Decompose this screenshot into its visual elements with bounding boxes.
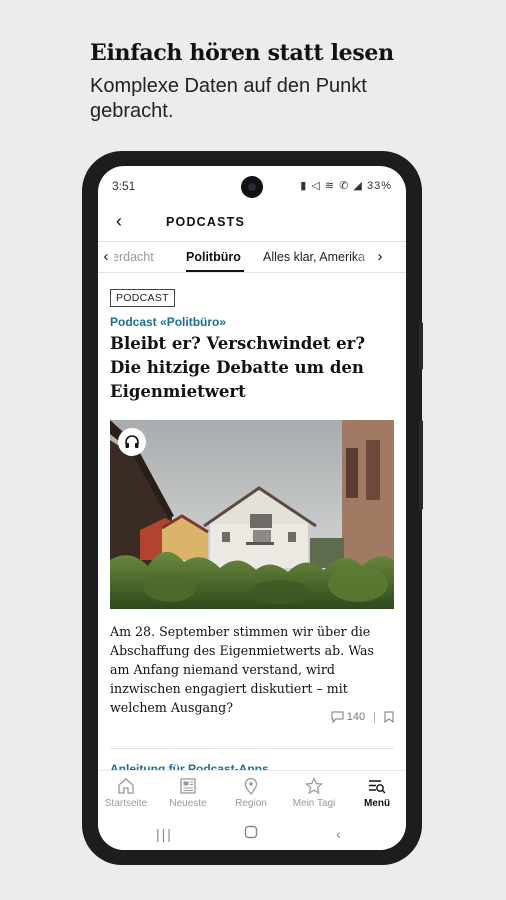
app-bar: ‹ PODCASTS	[98, 204, 406, 242]
article-headline[interactable]: Bleibt er? Verschwindet er? Die hitzige …	[110, 332, 394, 404]
tabs-scroll-left-icon[interactable]: ‹	[98, 248, 114, 266]
article-divider	[110, 748, 394, 749]
nav-item-region[interactable]: Region	[221, 777, 281, 809]
active-tab-indicator	[186, 270, 244, 272]
article-image[interactable]	[110, 420, 394, 609]
status-icons: ▮ ◁ ≋ ✆ ◢ 33%	[300, 179, 392, 192]
system-back-icon[interactable]: ‹	[336, 826, 341, 842]
tabs-scroll-right-icon[interactable]: ›	[372, 248, 388, 266]
system-navigation: ||| ‹	[98, 820, 406, 850]
status-time: 3:51	[112, 179, 136, 193]
front-camera	[241, 176, 263, 198]
nav-item-startseite[interactable]: Startseite	[98, 777, 156, 809]
phone-power-button	[419, 420, 423, 510]
nav-label: Menü	[363, 798, 391, 809]
nav-label: Mein Tagi	[292, 798, 336, 809]
tab-verdacht[interactable]: erdacht	[112, 250, 154, 264]
meta-divider: |	[373, 711, 376, 723]
page-title: PODCASTS	[166, 215, 246, 229]
menu-search-icon	[369, 780, 386, 794]
nav-label: Region	[235, 798, 267, 809]
promo-subtitle: Komplexe Daten auf den Punkt gebracht.	[90, 75, 367, 122]
status-bar: 3:51 ▮ ◁ ≋ ✆ ◢ 33%	[98, 166, 406, 206]
comment-icon[interactable]	[331, 711, 344, 723]
recent-apps-icon[interactable]: |||	[156, 826, 173, 842]
phone-volume-button	[419, 322, 423, 370]
nav-label: Startseite	[104, 798, 148, 809]
nav-label: Neueste	[169, 798, 207, 809]
article-lead: Am 28. September stimmen wir über die Ab…	[110, 624, 375, 715]
house-photo	[110, 420, 394, 609]
star-icon	[305, 777, 323, 795]
promo-title: Einfach hören statt lesen	[90, 40, 394, 66]
comment-count[interactable]: 140	[347, 711, 365, 723]
article-meta: 140 |	[331, 710, 394, 724]
podcast-tabs: ‹ erdacht Politbüro Alles klar, Amerika …	[98, 242, 406, 273]
bookmark-icon[interactable]	[384, 711, 394, 723]
home-button-icon[interactable]	[244, 825, 258, 842]
chevron-left-icon[interactable]: ‹	[108, 210, 130, 232]
home-icon	[118, 778, 134, 794]
bottom-navigation: Startseite Neueste Region Mein Tagi Menü	[98, 770, 406, 820]
nav-item-neueste[interactable]: Neueste	[158, 777, 218, 809]
tab-alles-klar-amerika[interactable]: Alles klar, Amerika	[263, 250, 365, 264]
content-type-badge: PODCAST	[110, 289, 175, 307]
newspaper-icon	[180, 778, 196, 794]
location-pin-icon	[244, 777, 258, 795]
headphones-icon[interactable]	[118, 428, 146, 456]
nav-item-menue[interactable]: Menü	[347, 777, 406, 809]
nav-item-mein-tagi[interactable]: Mein Tagi	[284, 777, 344, 809]
tab-politbuero[interactable]: Politbüro	[186, 250, 241, 264]
phone-screen: 3:51 ▮ ◁ ≋ ✆ ◢ 33% ‹ PODCASTS ‹ erdacht …	[98, 166, 406, 850]
battery-level: 33%	[366, 180, 392, 192]
status-indicator-icons: ▮ ◁ ≋ ✆ ◢	[300, 180, 363, 192]
article-kicker[interactable]: Podcast «Politbüro»	[110, 315, 226, 329]
